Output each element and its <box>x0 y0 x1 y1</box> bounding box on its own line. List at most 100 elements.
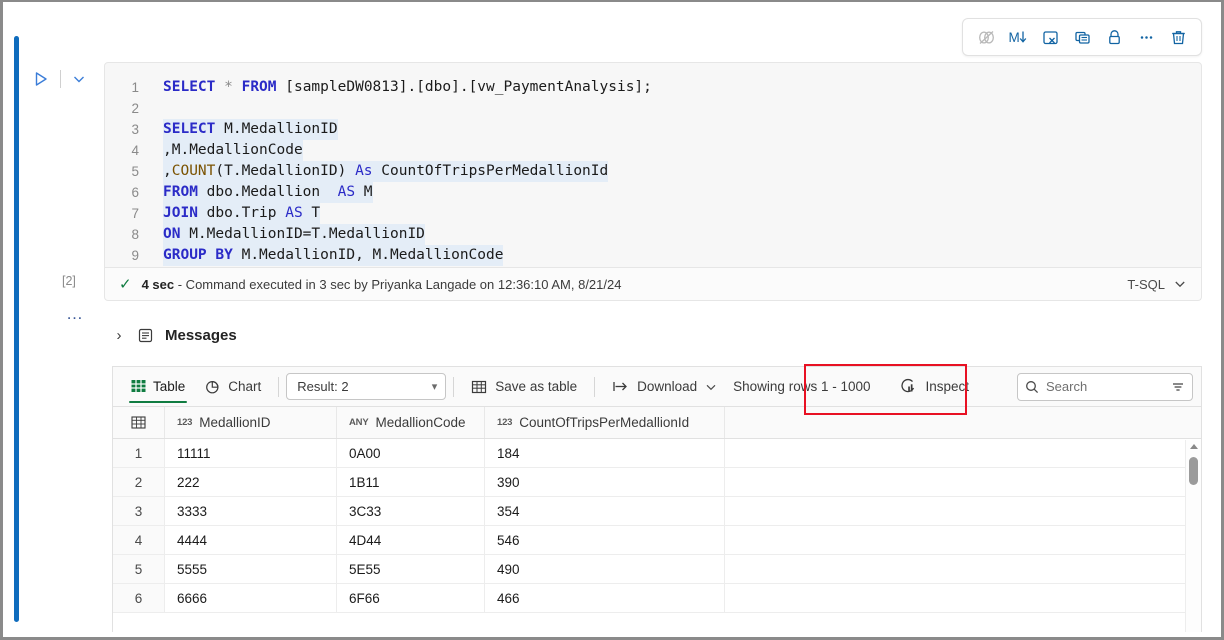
code-line[interactable]: 8 ON M.MedallionID=T.MedallionID <box>105 224 1201 245</box>
line-number: 1 <box>131 80 139 95</box>
clear-output-icon[interactable] <box>1035 22 1065 52</box>
grid-body: 1 11111 0A00 184 2 222 1B11 390 3 3333 3C33 354 4 444… <box>113 439 1201 613</box>
cell-run-gutter <box>28 62 100 96</box>
table-cell[interactable]: 5E55 <box>337 555 485 583</box>
table-row[interactable]: 6 6666 6F66 466 <box>113 584 1201 613</box>
table-cell[interactable]: 466 <box>485 584 725 612</box>
delete-cell-icon[interactable] <box>1163 22 1193 52</box>
results-vertical-scrollbar[interactable] <box>1185 440 1201 632</box>
table-row[interactable]: 2 222 1B11 390 <box>113 468 1201 497</box>
table-cell[interactable]: 390 <box>485 468 725 496</box>
language-label: T-SQL <box>1127 276 1165 292</box>
table-row[interactable]: 3 3333 3C33 354 <box>113 497 1201 526</box>
code-text: JOIN dbo.Trip AS T <box>163 203 321 224</box>
row-number: 5 <box>113 555 165 583</box>
gutter-divider <box>60 70 61 88</box>
table-cell[interactable]: 4D44 <box>337 526 485 554</box>
table-grid-icon <box>131 380 146 392</box>
inspect-icon <box>901 378 915 393</box>
inspect-label: Inspect <box>925 379 970 394</box>
cell-selection-indicator <box>14 36 19 622</box>
convert-markdown-icon[interactable]: M <box>1003 22 1033 52</box>
tab-table[interactable]: Table <box>121 367 195 406</box>
execution-index: [2] <box>62 274 76 288</box>
save-as-table-label: Save as table <box>495 379 578 394</box>
download-button[interactable]: Download <box>602 372 727 402</box>
chevron-down-icon[interactable] <box>67 67 91 91</box>
column-header[interactable]: 123 CountOfTripsPerMedallionId <box>485 407 725 438</box>
code-lines[interactable]: 1 SELECT * FROM [sampleDW0813].[dbo].[vw_… <box>105 63 1201 266</box>
table-row[interactable]: 4 4444 4D44 546 <box>113 526 1201 555</box>
result-toolbar: Table Chart Result: 2 ▾ Save as table Do… <box>113 363 1201 415</box>
table-cell[interactable]: 6666 <box>165 584 337 612</box>
search-input[interactable]: Search <box>1017 372 1193 401</box>
table-icon <box>472 380 487 393</box>
cell-language-selector[interactable]: T-SQL <box>1127 277 1187 292</box>
table-cell-filler <box>725 526 1201 554</box>
table-cell[interactable]: 6F66 <box>337 584 485 612</box>
notebook-cell-view: M 1 SELECT * FROM [sampleDW0813].[dbo].[… <box>0 0 1224 640</box>
lock-cell-icon[interactable] <box>1099 22 1129 52</box>
toggle-cell-icon[interactable] <box>971 22 1001 52</box>
table-row[interactable]: 1 11111 0A00 184 <box>113 439 1201 468</box>
table-cell[interactable]: 222 <box>165 468 337 496</box>
table-cell-filler <box>725 584 1201 612</box>
cell-toolbar: M <box>962 18 1202 56</box>
line-number: 4 <box>131 143 139 158</box>
result-set-value: Result: 2 <box>297 379 349 394</box>
play-icon[interactable] <box>28 66 54 92</box>
checkmark-icon: ✓ <box>119 275 132 293</box>
table-cell[interactable]: 4444 <box>165 526 337 554</box>
scroll-up-arrow-icon[interactable] <box>1190 444 1198 449</box>
inspect-button[interactable]: Inspect <box>890 372 979 402</box>
messages-icon <box>138 328 153 342</box>
table-cell[interactable]: 11111 <box>165 439 337 467</box>
chevron-down-icon[interactable] <box>1173 277 1187 291</box>
save-as-table-button[interactable]: Save as table <box>461 363 968 415</box>
code-line[interactable]: 2 <box>105 98 1201 119</box>
download-label: Download <box>637 379 698 394</box>
code-line[interactable]: 1 SELECT * FROM [sampleDW0813].[dbo].[vw_… <box>105 77 1201 98</box>
messages-section-toggle[interactable]: › Messages <box>112 320 237 350</box>
cell-more-options-icon[interactable]: … <box>66 305 84 322</box>
pie-chart-icon <box>206 380 219 393</box>
search-icon <box>1026 380 1039 393</box>
column-type-icon: 123 <box>497 417 513 428</box>
table-cell[interactable]: 3C33 <box>337 497 485 525</box>
duplicate-cell-icon[interactable] <box>1067 22 1097 52</box>
code-line[interactable]: 4 ,M.MedallionCode <box>105 140 1201 161</box>
line-number: 8 <box>131 227 139 242</box>
column-header[interactable]: ANY MedallionCode <box>337 407 485 438</box>
tab-chart[interactable]: Chart <box>195 367 271 406</box>
code-line[interactable]: 5 ,COUNT(T.MedallionID) As CountOfTripsPe… <box>105 161 1201 182</box>
line-number: 5 <box>131 164 139 179</box>
code-line[interactable]: 6 FROM dbo.Medallion AS M <box>105 182 1201 203</box>
column-name: CountOfTripsPerMedallionId <box>519 415 690 430</box>
scrollbar-thumb[interactable] <box>1189 457 1198 485</box>
code-line[interactable]: 7 JOIN dbo.Trip AS T <box>105 203 1201 224</box>
column-header[interactable]: 123 MedallionID <box>165 407 337 438</box>
sql-code-editor[interactable]: 1 SELECT * FROM [sampleDW0813].[dbo].[vw_… <box>104 62 1202 268</box>
code-line[interactable]: 3 SELECT M.MedallionID <box>105 119 1201 140</box>
table-row[interactable]: 5 5555 5E55 490 <box>113 555 1201 584</box>
code-line[interactable]: 9 GROUP BY M.MedallionID, M.MedallionCode <box>105 245 1201 266</box>
table-cell[interactable]: 490 <box>485 555 725 583</box>
table-cell[interactable]: 184 <box>485 439 725 467</box>
table-cell[interactable]: 5555 <box>165 555 337 583</box>
table-cell-filler <box>725 497 1201 525</box>
filter-icon[interactable] <box>1171 380 1185 394</box>
result-set-select[interactable]: Result: 2 ▾ <box>286 373 447 400</box>
line-number: 2 <box>131 101 139 116</box>
table-cell[interactable]: 3333 <box>165 497 337 525</box>
code-text: FROM dbo.Medallion AS M <box>163 182 373 203</box>
code-text: ON M.MedallionID=T.MedallionID <box>163 224 425 245</box>
table-cell[interactable]: 354 <box>485 497 725 525</box>
toolbar-divider <box>278 376 280 397</box>
column-type-icon: ANY <box>349 417 369 428</box>
chevron-down-icon <box>706 384 716 390</box>
table-header-icon <box>113 407 165 438</box>
table-cell[interactable]: 0A00 <box>337 439 485 467</box>
more-options-icon[interactable] <box>1131 22 1161 52</box>
table-cell[interactable]: 546 <box>485 526 725 554</box>
table-cell[interactable]: 1B11 <box>337 468 485 496</box>
